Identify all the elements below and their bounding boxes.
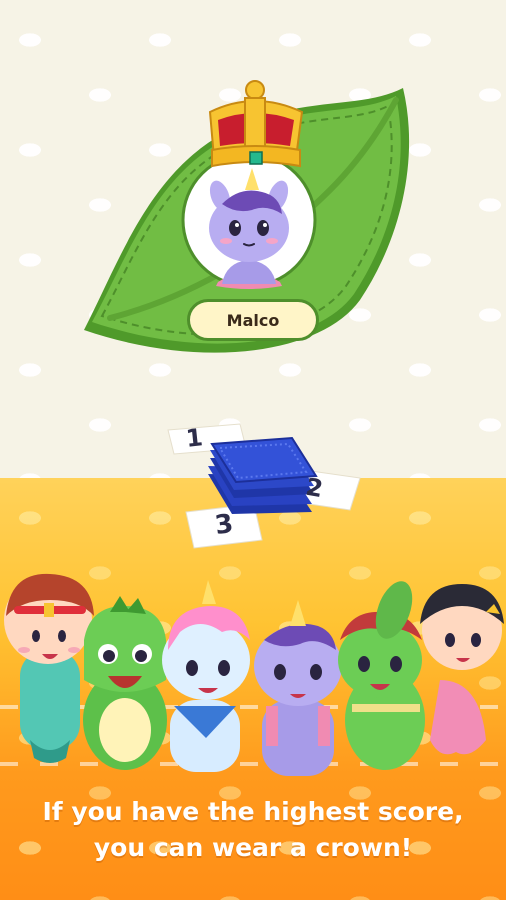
- avatar: [181, 152, 317, 289]
- crown-icon: [208, 80, 304, 168]
- girl-mermaid-icon: [420, 584, 504, 755]
- blue-unicorn-icon: [162, 580, 250, 772]
- card-deck-icon: [208, 436, 318, 514]
- card-number-1: 1: [184, 423, 205, 453]
- purple-unicorn-icon: [254, 600, 342, 776]
- game-screen: 1 2 3 Malco If you have the highest scor…: [0, 0, 506, 900]
- scene-art: [4, 80, 504, 776]
- caption-text: If you have the highest score, you can w…: [0, 794, 506, 866]
- girl-dragon-icon: [338, 581, 425, 770]
- caption-line-2: you can wear a crown!: [93, 833, 413, 862]
- caption-line-1: If you have the highest score,: [42, 797, 464, 826]
- green-dragon-icon: [83, 596, 167, 770]
- player-name: Malco: [226, 310, 280, 330]
- characters-group: [4, 573, 504, 776]
- boy-hero-icon: [4, 573, 94, 763]
- player-name-badge: Malco: [187, 299, 319, 341]
